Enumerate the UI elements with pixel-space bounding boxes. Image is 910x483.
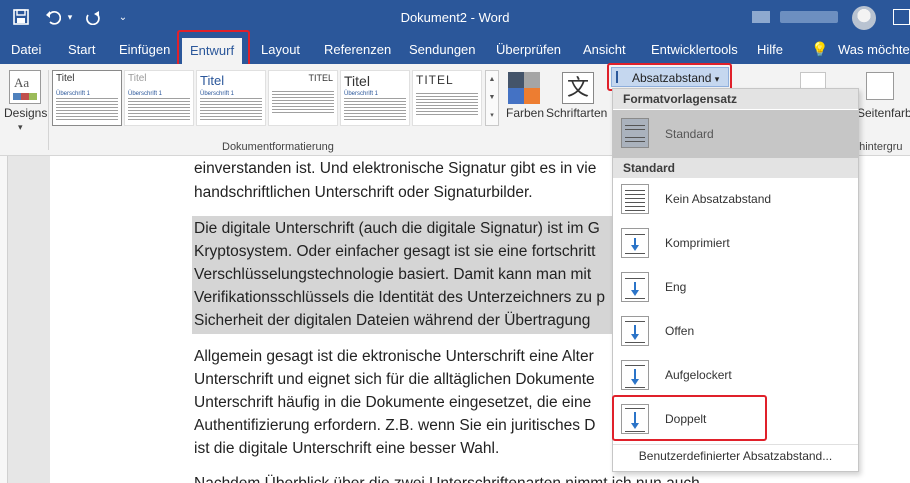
blurred-account-name xyxy=(780,11,838,23)
gallery-up-icon[interactable]: ▲ xyxy=(486,71,498,89)
spacing-open-icon xyxy=(621,316,649,346)
fonts-button-label[interactable]: Schriftarten xyxy=(546,106,607,120)
ribbon-display-options-icon[interactable] xyxy=(893,9,910,25)
gallery-scroll[interactable]: ▲ ▼ ▾ xyxy=(485,70,499,126)
gallery-more-icon[interactable]: ▾ xyxy=(486,107,498,125)
tab-hilfe[interactable]: Hilfe xyxy=(757,42,783,57)
document-line: Unterschrift und eignet sich für die all… xyxy=(194,371,595,388)
blurred-account-info xyxy=(752,11,770,23)
style-set-item[interactable]: Titel Überschrift 1 xyxy=(340,70,410,126)
menu-item-label: Aufgelockert xyxy=(665,368,732,382)
title-bar: ▾ ⌄ Dokument2 - Word xyxy=(0,0,910,36)
designs-aa-glyph: Aa xyxy=(14,75,30,90)
style-set-item[interactable]: Titel Überschrift 1 xyxy=(124,70,194,126)
document-line: Unterschrift häufig in die Dokumente ein… xyxy=(194,394,592,411)
menu-item-label: Standard xyxy=(665,127,714,141)
vertical-ruler xyxy=(0,156,8,483)
tab-referenzen[interactable]: Referenzen xyxy=(324,42,391,57)
document-line: Allgemein gesagt ist die ektronische Unt… xyxy=(194,348,594,365)
document-line: ist die digitale Unterschrift eine besse… xyxy=(194,440,500,457)
document-line: Sicherheit der digitalen Dateien während… xyxy=(194,312,591,329)
custom-paragraph-spacing-link[interactable]: Benutzerdefinierter Absatzabstand... xyxy=(613,444,858,470)
spacing-relaxed-icon xyxy=(621,360,649,390)
designs-button-label[interactable]: Designs xyxy=(4,106,47,120)
tab-datei[interactable]: Datei xyxy=(11,42,41,57)
menu-item-komprimiert[interactable]: Komprimiert xyxy=(613,222,858,266)
colors-icon[interactable] xyxy=(508,72,540,104)
colors-button-label[interactable]: Farben xyxy=(506,106,544,120)
document-line: Authentifizierung erfordern. Z.B. wenn S… xyxy=(194,417,596,434)
page-color-label[interactable]: Seitenfarb xyxy=(857,106,910,120)
spacing-compact-icon xyxy=(621,228,649,258)
tab-ueberpruefen[interactable]: Überprüfen xyxy=(496,42,561,57)
style-set-item[interactable]: TITEL xyxy=(268,70,338,126)
section-header-standard: Standard xyxy=(613,158,858,178)
menu-item-aufgelockert[interactable]: Aufgelockert xyxy=(613,354,858,398)
menu-item-label: Komprimiert xyxy=(665,236,730,250)
tab-start[interactable]: Start xyxy=(68,42,95,57)
tab-einfuegen[interactable]: Einfügen xyxy=(119,42,170,57)
menu-item-label: Kein Absatzabstand xyxy=(665,192,772,206)
fonts-icon[interactable]: 文 xyxy=(562,72,594,104)
menu-item-eng[interactable]: Eng xyxy=(613,266,858,310)
spacing-tight-icon xyxy=(621,272,649,302)
menu-item-kein-absatzabstand[interactable]: Kein Absatzabstand xyxy=(613,178,858,222)
spacing-standard-icon xyxy=(621,118,649,148)
highlight-box-doppelt xyxy=(612,395,767,441)
tell-me-search[interactable]: Was möchten xyxy=(838,42,910,57)
tab-ansicht[interactable]: Ansicht xyxy=(583,42,626,57)
style-set-item[interactable]: Titel Überschrift 1 xyxy=(52,70,122,126)
group-label-dokumentformatierung: Dokumentformatierung xyxy=(222,141,334,153)
menu-item-label: Eng xyxy=(665,280,687,294)
designs-icon[interactable]: Aa xyxy=(9,70,41,104)
menu-item-standard-current[interactable]: Standard xyxy=(613,110,858,158)
style-set-item[interactable]: TITEL xyxy=(412,70,482,126)
document-line: Verifikationsschlüssels die Identität de… xyxy=(194,289,605,306)
page-color-icon[interactable] xyxy=(866,72,894,100)
ribbon-tabs: Datei Start Einfügen Entwurf Layout Refe… xyxy=(0,36,910,64)
document-line: Nachdem Überblick über die zwei Untersch… xyxy=(194,473,700,483)
chevron-down-icon[interactable]: ▾ xyxy=(18,122,23,133)
tab-layout[interactable]: Layout xyxy=(261,42,300,57)
menu-item-label: Offen xyxy=(665,324,695,338)
section-header-formatvorlagensatz: Formatvorlagensatz xyxy=(613,89,858,109)
document-line: einverstanden ist. Und elektronische Sig… xyxy=(194,160,597,177)
designs-color-bars xyxy=(13,93,37,100)
style-set-item[interactable]: Titel Überschrift 1 xyxy=(196,70,266,126)
gallery-down-icon[interactable]: ▼ xyxy=(486,89,498,107)
document-line: handschriftlichen Unterschrift oder Sign… xyxy=(194,184,533,201)
document-line: Die digitale Unterschrift (auch die digi… xyxy=(194,220,600,237)
tab-entwicklertools[interactable]: Entwicklertools xyxy=(651,42,738,57)
document-line: Kryptosystem. Oder einfacher gesagt ist … xyxy=(194,243,596,260)
menu-item-offen[interactable]: Offen xyxy=(613,310,858,354)
document-line: Verschlüsselungstechnologie basiert. Dam… xyxy=(194,266,592,283)
lightbulb-icon[interactable]: 💡 xyxy=(811,41,828,58)
avatar[interactable] xyxy=(852,6,876,30)
group-label-seitenhintergrund: nhintergru xyxy=(853,141,903,153)
window-title: Dokument2 - Word xyxy=(400,10,510,25)
tab-sendungen[interactable]: Sendungen xyxy=(409,42,476,57)
highlight-box-absatzabstand xyxy=(607,63,732,91)
spacing-none-icon xyxy=(621,184,649,214)
ribbon-separator xyxy=(48,70,49,150)
